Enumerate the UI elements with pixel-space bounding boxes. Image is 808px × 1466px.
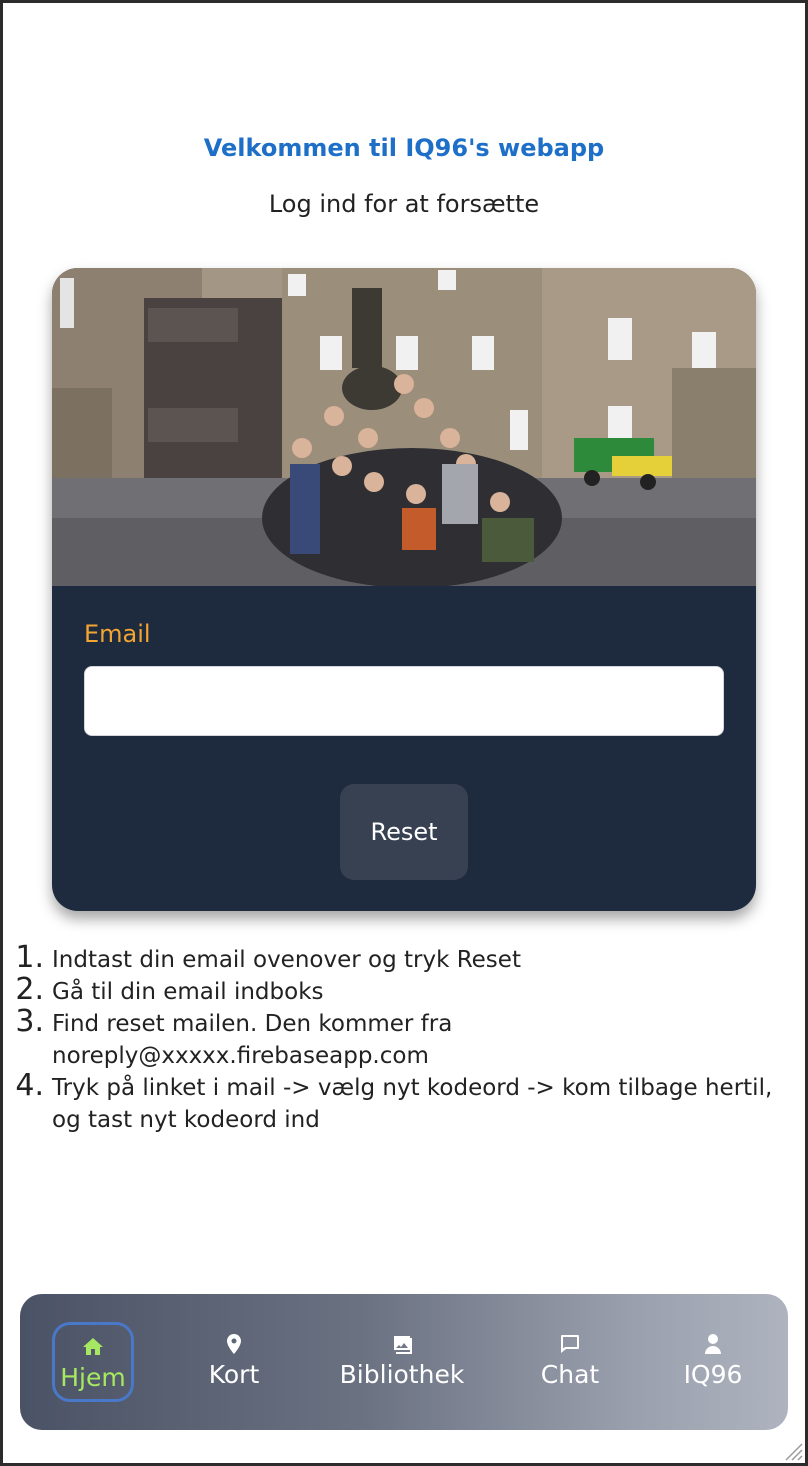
list-item-text: Gå til din email indboks (52, 979, 324, 1005)
reset-button[interactable]: Reset (340, 784, 468, 880)
list-item-text: Indtast din email ovenover og tryk Reset (52, 947, 521, 973)
image-gallery-icon (338, 1332, 466, 1362)
list-item-text: Find reset mailen. Den kommer fra norepl… (52, 1011, 453, 1069)
list-item-number: 2. (15, 972, 44, 1007)
list-item: 3. Find reset mailen. Den kommer fra nor… (14, 1004, 774, 1072)
list-item-number: 3. (15, 1004, 44, 1039)
bottom-nav: Hjem Kort Bibliothek Chat IQ96 (20, 1294, 788, 1430)
group-photo (52, 268, 756, 586)
chat-bubble-icon (532, 1332, 608, 1362)
list-item: 1. Indtast din email ovenover og tryk Re… (14, 940, 774, 976)
user-icon (672, 1332, 754, 1362)
nav-item-bibliothek[interactable]: Bibliothek (338, 1322, 466, 1402)
nav-item-iq96[interactable]: IQ96 (672, 1322, 754, 1402)
login-card: Email Reset (52, 268, 756, 911)
list-item-text: Tryk på linket i mail -> vælg nyt kodeor… (52, 1075, 773, 1133)
list-item: 2. Gå til din email indboks (14, 972, 774, 1008)
list-item-number: 1. (15, 940, 44, 975)
list-item-number: 4. (15, 1068, 44, 1103)
nav-item-kort[interactable]: Kort (196, 1322, 272, 1402)
list-item: 4. Tryk på linket i mail -> vælg nyt kod… (14, 1068, 774, 1136)
email-label: Email (84, 620, 151, 648)
email-input[interactable] (84, 666, 724, 736)
resize-grip-icon[interactable] (782, 1440, 804, 1462)
nav-item-label: Chat (540, 1360, 600, 1389)
instructions-list: 1. Indtast din email ovenover og tryk Re… (14, 940, 774, 1136)
nav-item-label: Kort (208, 1360, 260, 1389)
page-subtitle: Log ind for at forsætte (268, 190, 540, 218)
map-pin-icon (196, 1332, 272, 1362)
nav-item-label: Hjem (60, 1363, 126, 1392)
nav-item-label: IQ96 (683, 1360, 743, 1389)
page-title: Velkommen til IQ96's webapp (203, 134, 605, 162)
nav-item-label: Bibliothek (339, 1360, 465, 1389)
home-icon (55, 1335, 131, 1365)
nav-item-chat[interactable]: Chat (532, 1322, 608, 1402)
nav-item-home[interactable]: Hjem (52, 1322, 134, 1402)
